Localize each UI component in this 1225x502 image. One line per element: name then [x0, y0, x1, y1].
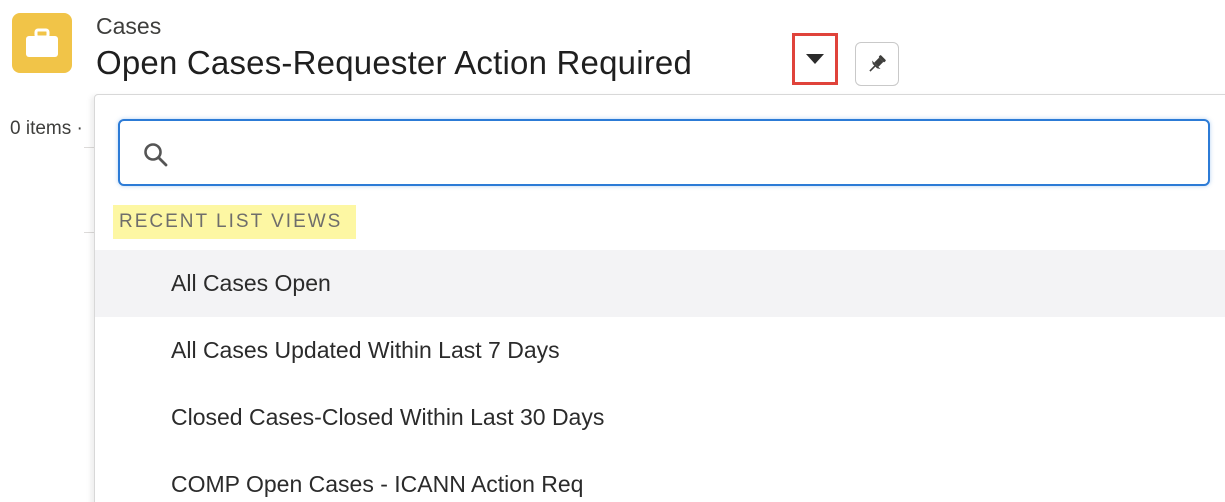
list-item[interactable]: Closed Cases-Closed Within Last 30 Days — [95, 384, 1225, 451]
list-item-label: Closed Cases-Closed Within Last 30 Days — [171, 404, 605, 430]
search-input[interactable] — [182, 131, 1196, 177]
pin-icon — [869, 55, 886, 72]
list-item[interactable]: All Cases Open — [95, 250, 1225, 317]
list-view-dropdown-button[interactable] — [792, 33, 838, 85]
page: Cases Open Cases-Requester Action Requir… — [0, 0, 1225, 502]
section-header-recent-list-views: RECENT LIST VIEWS — [113, 205, 357, 239]
list-views: All Cases Open All Cases Updated Within … — [95, 250, 1225, 502]
list-view-dropdown: RECENT LIST VIEWS All Cases Open All Cas… — [94, 94, 1225, 502]
search-icon — [144, 143, 168, 167]
list-item-label: All Cases Open — [171, 270, 331, 296]
list-title-container: Open Cases-Requester Action Required — [96, 40, 692, 86]
list-item-label: All Cases Updated Within Last 7 Days — [171, 337, 560, 363]
caret-down-icon — [806, 54, 824, 64]
items-count: 0 items · — [10, 118, 83, 139]
search-box[interactable] — [118, 119, 1210, 186]
pin-button[interactable] — [855, 42, 899, 86]
briefcase-icon — [12, 13, 72, 73]
list-item[interactable]: COMP Open Cases - ICANN Action Req — [95, 451, 1225, 502]
object-label: Cases — [96, 13, 162, 39]
list-view-title: Open Cases-Requester Action Required — [96, 44, 693, 81]
list-item[interactable]: All Cases Updated Within Last 7 Days — [95, 317, 1225, 384]
list-item-label: COMP Open Cases - ICANN Action Req — [171, 471, 584, 497]
